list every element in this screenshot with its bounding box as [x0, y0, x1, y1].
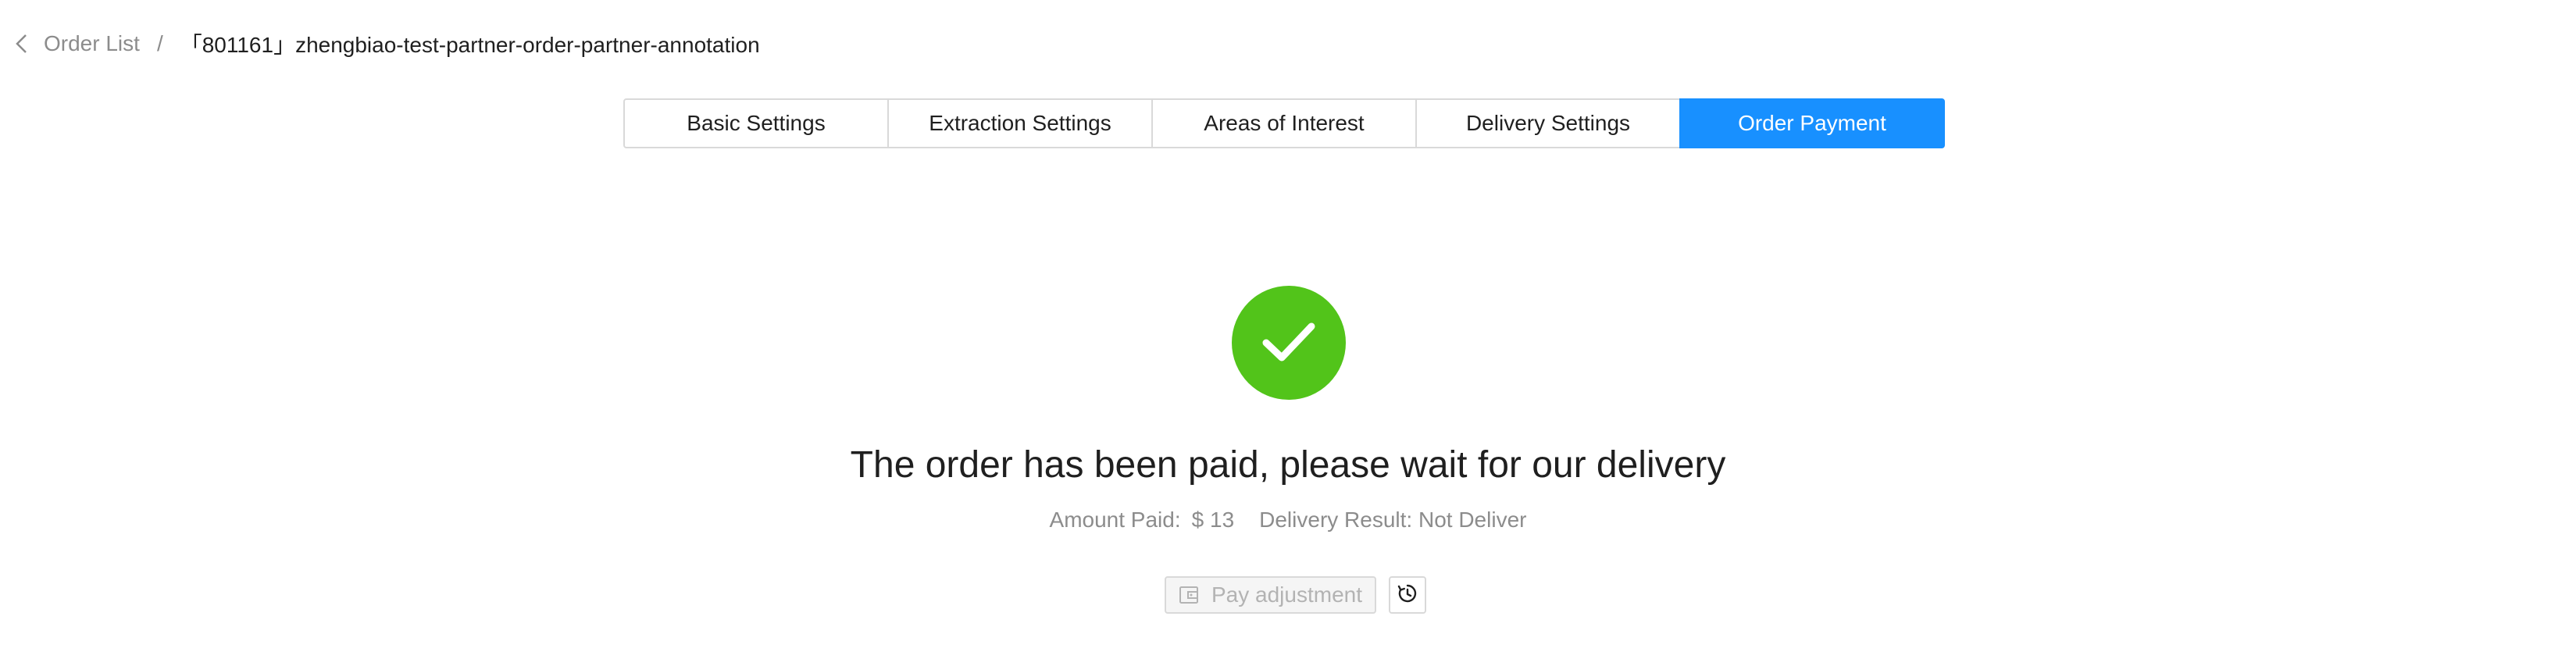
pay-adjustment-button[interactable]: Pay adjustment [1165, 576, 1376, 614]
delivery-result-label: Delivery Result: [1259, 508, 1413, 532]
breadcrumb-order-list[interactable]: Order List [44, 31, 140, 56]
breadcrumb: Order List / 「801161」zhengbiao-test-part… [8, 23, 760, 64]
tab-extraction-settings[interactable]: Extraction Settings [887, 98, 1153, 148]
breadcrumb-separator: / [156, 31, 163, 55]
history-icon [1397, 582, 1418, 608]
amount-paid-label: Amount Paid: [1049, 508, 1181, 532]
tab-order-payment[interactable]: Order Payment [1679, 98, 1945, 148]
breadcrumb-current-order: 「801161」zhengbiao-test-partner-order-par… [180, 33, 760, 57]
tab-basic-settings[interactable]: Basic Settings [623, 98, 889, 148]
tab-areas-of-interest[interactable]: Areas of Interest [1151, 98, 1417, 148]
delivery-result-value: Not Deliver [1418, 508, 1527, 532]
wallet-icon [1177, 583, 1201, 607]
check-circle-icon [1232, 286, 1346, 400]
result-actions: Pay adjustment [1165, 576, 1426, 614]
amount-paid-value: $ 13 [1191, 508, 1235, 532]
chevron-left-icon [8, 30, 36, 58]
tab-delivery-settings[interactable]: Delivery Settings [1415, 98, 1681, 148]
order-payment-page: Order List / 「801161」zhengbiao-test-part… [0, 0, 2576, 659]
back-button[interactable]: Order List [8, 30, 140, 58]
result-subtitle: Amount Paid: $ 13 Delivery Result: Not Del… [0, 508, 2576, 533]
step-tabs: Basic Settings Extraction Settings Areas… [623, 98, 1945, 148]
history-button[interactable] [1389, 576, 1426, 614]
result-title: The order has been paid, please wait for… [850, 444, 1726, 486]
pay-adjustment-label: Pay adjustment [1211, 582, 1362, 607]
